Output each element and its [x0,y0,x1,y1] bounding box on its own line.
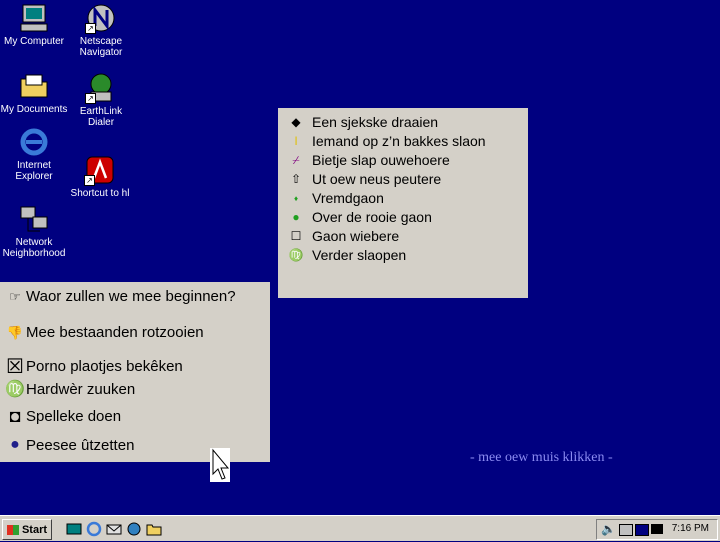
menu-item[interactable]: ⌿ Bietje slap ouwehoere [286,151,450,169]
clock[interactable]: 7:16 PM [672,523,709,534]
menu-item[interactable]: ◆ Een sjekske draaien [286,113,438,131]
option-item[interactable]: ☞ Waor zullen we mee beginnen? [4,288,236,305]
option-label: Spelleke doen [26,408,122,425]
option-label: Hardwèr zuuken [26,380,136,398]
menu-item-label: Ut oew neus peutere [312,171,442,187]
black-tray-icon[interactable] [651,524,663,534]
menu-item-label: Een sjekske draaien [312,114,439,130]
network-icon [18,203,50,235]
square-icon: ◘ [9,406,21,426]
menu-item[interactable]: ǀ Iemand op z’n bakkes slaon [286,132,486,150]
option-item[interactable]: ☒ Porno plaotjes bekêken [4,354,183,379]
checkbox-x-icon: ☒ [6,356,24,378]
desktop-icon-network[interactable]: Network Neighborhood [0,203,72,259]
mouse-cursor-icon [210,448,230,482]
pointing-hand-icon: ☞ [9,288,21,304]
corner-mark-icon: ǀ [294,134,298,148]
option-item[interactable]: 👎 Mee bestaanden rotzooien [4,324,204,341]
option-item[interactable]: ◘ Spelleke doen [4,406,122,427]
option-item[interactable]: ● Peesee ûtzetten [4,436,134,454]
desktop-icon-netscape[interactable]: ↗ Netscape Navigator [63,2,139,58]
green-circle-icon: ● [292,210,300,224]
icon-label: Netscape [79,36,123,47]
option-label: Mee bestaanden rotzooien [26,324,204,341]
menu-item[interactable]: ⇧ Ut oew neus peutere [286,170,441,188]
icon-label: Shortcut to hl [70,188,130,199]
icon-label: Dialer [87,117,115,128]
menu-item-label: Bietje slap ouwehoere [312,152,450,168]
diamond-icon: ◆ [291,115,301,129]
menu-item-label: Vremdgaon [312,190,384,206]
zodiac-icon: ♍ [5,381,25,398]
menu-item[interactable]: ♍ Verder slaopen [286,246,407,264]
network-tray-icon[interactable] [619,524,633,536]
option-label: Porno plaotjes bekêken [26,358,183,375]
small-diamond-icon: ♦ [293,193,299,203]
dialer-icon: ↗ [85,72,117,104]
icon-label: EarthLink [79,106,123,117]
explorer-icon[interactable] [146,521,162,537]
channels-icon[interactable] [126,521,142,537]
volume-icon[interactable]: 🔈 [601,522,616,536]
ie-icon[interactable] [86,521,102,537]
options-panel: ☞ Waor zullen we mee beginnen? 👎 Mee bes… [0,282,270,462]
option-label: Peesee ûtzetten [26,436,135,454]
outlook-icon[interactable] [106,521,122,537]
menu-item-label: Over de rooie gaon [312,209,432,225]
desktop-icon-my-documents[interactable]: My Documents [0,70,72,115]
menu-item[interactable]: ● Over de rooie gaon [286,208,432,226]
windows-logo-icon [6,524,19,535]
icon-label: Navigator [79,47,123,58]
menu-item[interactable]: ♦ Vremdgaon [286,189,384,207]
acrobat-icon: ↗ [84,154,116,186]
start-label: Start [21,523,48,536]
menu-item-label: Iemand op z’n bakkes slaon [312,133,486,149]
menu-item-label: Gaon wiebere [312,228,400,244]
icon-label: My Documents [0,104,68,115]
desktop-icon[interactable] [66,521,82,537]
shortcut-arrow-icon: ↗ [84,175,95,186]
pin-icon: ⌿ [292,152,300,167]
monitor-tray-icon[interactable] [635,524,649,536]
start-button[interactable]: Start [2,519,52,540]
circle-icon: ● [10,436,20,453]
folder-icon [18,70,50,102]
menu-item-label: Verder slaopen [312,247,407,263]
menu-panel: ◆ Een sjekske draaien ǀ Iemand op z’n ba… [278,108,528,298]
up-arrow-outline-icon: ⇧ [290,172,302,186]
menu-item[interactable]: ☐ Gaon wiebere [286,227,400,245]
thumbs-down-icon: 👎 [6,324,24,340]
shortcut-arrow-icon: ↗ [85,93,96,104]
zodiac-icon: ♍ [288,248,304,262]
system-tray: 🔈 7:16 PM [596,519,718,540]
square-outline-icon: ☐ [290,229,302,243]
desktop-icon-shortcut-hl[interactable]: ↗ Shortcut to hl [62,154,138,199]
netscape-icon: ↗ [85,2,117,34]
option-item[interactable]: ♍ Hardwèr zuuken [4,379,135,399]
icon-label: Neighborhood [2,248,66,259]
desktop-icon-my-computer[interactable]: My Computer [0,2,72,47]
icon-label: Network [15,237,53,248]
hint-text: - mee oew muis klikken - [470,450,613,465]
ie-icon [18,126,50,158]
option-label: Waor zullen we mee beginnen? [26,288,236,305]
icon-label: My Computer [3,36,64,47]
shortcut-arrow-icon: ↗ [85,23,96,34]
desktop-icon-earthlink[interactable]: ↗ EarthLink Dialer [63,72,139,128]
computer-icon [18,2,50,34]
taskbar: Start 🔈 7:16 PM [0,515,720,541]
